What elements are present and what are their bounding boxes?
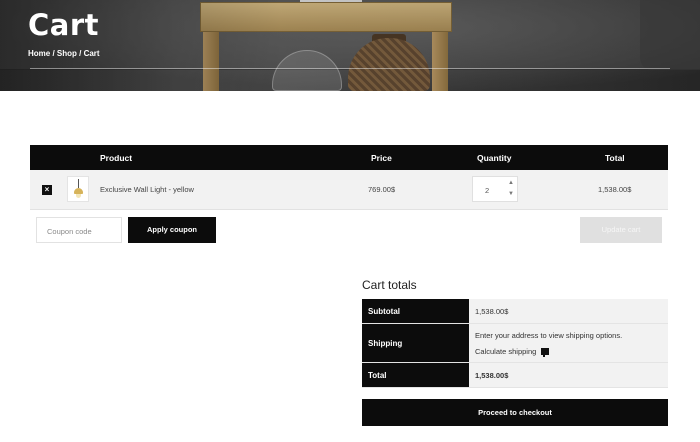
coupon-code-input[interactable]: Coupon code bbox=[36, 217, 122, 243]
column-header-total: Total bbox=[605, 153, 625, 163]
shipping-label-cell: Shipping bbox=[362, 324, 469, 362]
shipping-note: Enter your address to view shipping opti… bbox=[475, 331, 623, 340]
column-header-price: Price bbox=[371, 153, 392, 163]
cart-totals-title: Cart totals bbox=[362, 278, 417, 292]
apply-coupon-button[interactable]: Apply coupon bbox=[128, 217, 216, 243]
product-name-link[interactable]: Exclusive Wall Light - yellow bbox=[100, 185, 194, 194]
total-value-cell: 1,538.00$ bbox=[469, 363, 668, 387]
update-cart-button[interactable]: Update cart bbox=[580, 217, 662, 243]
shipping-value-cell: Enter your address to view shipping opti… bbox=[469, 324, 668, 362]
product-subtotal: 1,538.00$ bbox=[598, 185, 632, 194]
shipping-row: Shipping Enter your address to view ship… bbox=[362, 324, 668, 363]
total-value: 1,538.00$ bbox=[475, 371, 509, 380]
column-header-product: Product bbox=[100, 153, 133, 163]
truck-icon[interactable] bbox=[541, 348, 550, 357]
proceed-to-checkout-button[interactable]: Proceed to checkout bbox=[362, 399, 668, 426]
cart-table: Product Price Quantity Total × Exclusive… bbox=[30, 145, 668, 210]
quantity-value[interactable]: 2 bbox=[485, 186, 489, 195]
lamp-bulb bbox=[76, 194, 81, 198]
breadcrumb-separator: / bbox=[76, 49, 84, 58]
calculate-shipping-link[interactable]: Calculate shipping bbox=[475, 347, 550, 357]
breadcrumb-shop[interactable]: Shop bbox=[57, 49, 77, 58]
calculate-shipping-label[interactable]: Calculate shipping bbox=[475, 347, 536, 356]
table-row: × Exclusive Wall Light - yellow 769.00$ … bbox=[30, 170, 668, 210]
subtotal-value-cell: 1,538.00$ bbox=[469, 299, 668, 323]
lamp-cord bbox=[78, 179, 79, 188]
cart-totals-table: Subtotal 1,538.00$ Shipping Enter your a… bbox=[362, 299, 668, 388]
breadcrumb-separator: / bbox=[50, 49, 57, 58]
total-label-cell: Total bbox=[362, 363, 469, 387]
product-price: 769.00$ bbox=[368, 185, 396, 194]
subtotal-row: Subtotal 1,538.00$ bbox=[362, 299, 668, 324]
cart-table-header: Product Price Quantity Total bbox=[30, 145, 668, 170]
subtotal-label-cell: Subtotal bbox=[362, 299, 469, 323]
total-row: Total 1,538.00$ bbox=[362, 363, 668, 388]
subtotal-value: 1,538.00$ bbox=[475, 307, 509, 316]
breadcrumb-home[interactable]: Home bbox=[28, 49, 50, 58]
remove-icon[interactable]: × bbox=[42, 185, 52, 195]
page-title: Cart bbox=[28, 8, 100, 42]
column-header-quantity: Quantity bbox=[477, 153, 512, 163]
subtotal-label: Subtotal bbox=[368, 307, 400, 316]
page-hero: Cart Home / Shop / Cart bbox=[0, 0, 700, 91]
product-thumbnail[interactable] bbox=[67, 176, 89, 202]
shipping-label: Shipping bbox=[368, 339, 403, 348]
quantity-stepper[interactable]: 2 ▲ ▼ bbox=[472, 176, 518, 202]
hero-overlay bbox=[0, 0, 700, 91]
chevron-up-icon[interactable]: ▲ bbox=[508, 180, 514, 186]
total-label: Total bbox=[368, 371, 387, 380]
cart-actions: Coupon code Apply coupon Update cart bbox=[30, 217, 668, 244]
hero-divider bbox=[30, 68, 670, 69]
breadcrumb-current: Cart bbox=[83, 49, 100, 58]
breadcrumb: Home / Shop / Cart bbox=[28, 49, 100, 58]
chevron-down-icon[interactable]: ▼ bbox=[508, 191, 514, 197]
